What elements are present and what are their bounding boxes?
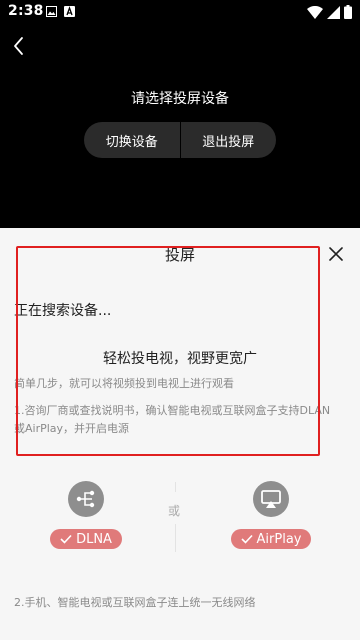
check-icon (240, 534, 253, 544)
dlna-tag: DLNA (50, 529, 122, 549)
airplay-option[interactable]: AirPlay (221, 481, 321, 549)
tip-step-2: 2.手机、智能电视或互联网盒子连上统一无线网络 (14, 596, 256, 609)
wifi-icon (307, 5, 323, 19)
cast-sheet: 投屏 正在搜索设备... 轻松投电视，视野更宽广 简单几步，就可以将视频投到电视… (0, 228, 360, 640)
airplay-tag: AirPlay (230, 529, 312, 549)
or-label: 或 (168, 504, 181, 518)
airplay-label: AirPlay (256, 531, 302, 547)
airplay-circle (253, 481, 289, 517)
back-arrow-icon[interactable] (8, 34, 32, 58)
exit-cast-button[interactable]: 退出投屏 (181, 122, 277, 158)
dlna-circle (68, 481, 104, 517)
dlna-icon (76, 490, 95, 508)
dlna-option[interactable]: DLNA (36, 481, 136, 549)
divider-line-bottom (175, 524, 176, 552)
image-icon (46, 6, 57, 17)
screen: 2:38 请选择投屏设备 切换设备 退出投屏 投屏 正在搜索设备... 轻松投电… (0, 0, 360, 640)
divider-line-top (175, 482, 176, 492)
switch-device-button[interactable]: 切换设备 (84, 122, 180, 158)
status-right-icons (307, 5, 352, 19)
a-icon (64, 6, 75, 17)
airplay-icon (261, 490, 281, 508)
select-device-title: 请选择投屏设备 (131, 91, 229, 107)
status-time: 2:38 (8, 3, 44, 19)
highlight-box (16, 246, 320, 456)
close-icon[interactable] (328, 246, 344, 262)
battery-icon (344, 5, 352, 19)
signal-icon (327, 5, 340, 19)
cast-controls: 切换设备 退出投屏 (84, 122, 276, 158)
check-icon (60, 534, 72, 544)
dlna-label: DLNA (76, 531, 112, 547)
status-bar: 2:38 (0, 0, 360, 24)
